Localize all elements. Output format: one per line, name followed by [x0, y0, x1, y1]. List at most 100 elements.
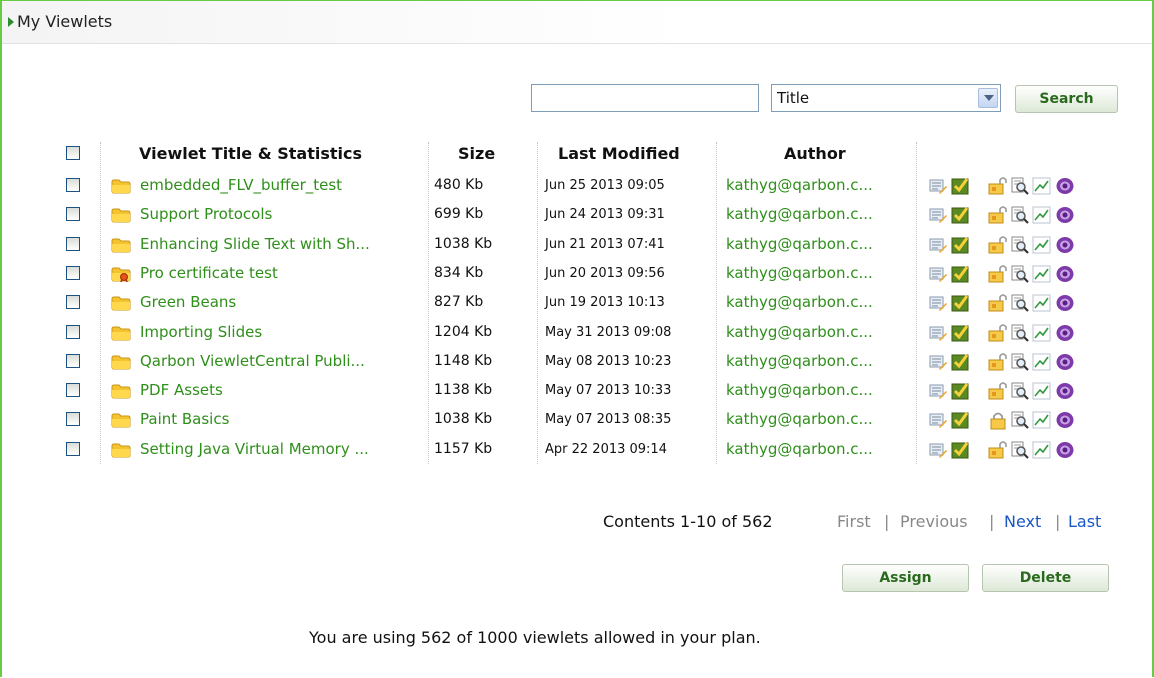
search-button[interactable]: Search	[1015, 85, 1118, 113]
approve-icon[interactable]	[950, 205, 970, 225]
player-icon[interactable]	[1055, 176, 1075, 196]
viewlet-title-link[interactable]: embedded_FLV_buffer_test	[140, 176, 342, 194]
player-icon[interactable]	[1055, 205, 1075, 225]
share-icon[interactable]	[988, 381, 1008, 401]
row-checkbox[interactable]	[66, 324, 80, 339]
share-icon[interactable]	[988, 323, 1008, 343]
player-icon[interactable]	[1055, 410, 1075, 430]
edit-icon[interactable]	[928, 440, 948, 460]
statistics-icon[interactable]	[1032, 264, 1052, 284]
row-checkbox[interactable]	[66, 412, 80, 427]
edit-icon[interactable]	[928, 410, 948, 430]
preview-icon[interactable]	[1010, 205, 1030, 225]
statistics-icon[interactable]	[1032, 323, 1052, 343]
edit-icon[interactable]	[928, 176, 948, 196]
header-last-modified[interactable]: Last Modified	[558, 144, 680, 163]
statistics-icon[interactable]	[1032, 381, 1052, 401]
player-icon[interactable]	[1055, 264, 1075, 284]
viewlet-title-link[interactable]: Qarbon ViewletCentral Publi...	[140, 352, 365, 370]
statistics-icon[interactable]	[1032, 352, 1052, 372]
header-size[interactable]: Size	[458, 144, 495, 163]
statistics-icon[interactable]	[1032, 176, 1052, 196]
preview-icon[interactable]	[1010, 176, 1030, 196]
row-checkbox[interactable]	[66, 383, 80, 398]
preview-icon[interactable]	[1010, 352, 1030, 372]
pager-next[interactable]: Next	[1004, 512, 1041, 531]
viewlet-title-link[interactable]: PDF Assets	[140, 381, 223, 399]
select-all-checkbox[interactable]	[66, 146, 80, 160]
share-icon[interactable]	[988, 352, 1008, 372]
statistics-icon[interactable]	[1032, 410, 1052, 430]
statistics-icon[interactable]	[1032, 293, 1052, 313]
player-icon[interactable]	[1055, 352, 1075, 372]
statistics-icon[interactable]	[1032, 440, 1052, 460]
viewlet-author-link[interactable]: kathyg@qarbon.c...	[726, 176, 873, 194]
pager-last[interactable]: Last	[1068, 512, 1101, 531]
approve-icon[interactable]	[950, 352, 970, 372]
viewlet-title-link[interactable]: Enhancing Slide Text with Sh...	[140, 235, 370, 253]
viewlet-author-link[interactable]: kathyg@qarbon.c...	[726, 381, 873, 399]
approve-icon[interactable]	[950, 323, 970, 343]
preview-icon[interactable]	[1010, 381, 1030, 401]
preview-icon[interactable]	[1010, 410, 1030, 430]
edit-icon[interactable]	[928, 235, 948, 255]
statistics-icon[interactable]	[1032, 235, 1052, 255]
delete-button[interactable]: Delete	[982, 564, 1109, 592]
viewlet-title-link[interactable]: Pro certificate test	[140, 264, 278, 282]
search-input[interactable]	[531, 84, 759, 112]
row-checkbox[interactable]	[66, 236, 80, 251]
approve-icon[interactable]	[950, 235, 970, 255]
viewlet-title-link[interactable]: Importing Slides	[140, 323, 262, 341]
row-checkbox[interactable]	[66, 441, 80, 456]
approve-icon[interactable]	[950, 293, 970, 313]
share-icon[interactable]	[988, 176, 1008, 196]
share-icon[interactable]	[988, 440, 1008, 460]
share-icon[interactable]	[988, 264, 1008, 284]
player-icon[interactable]	[1055, 293, 1075, 313]
preview-icon[interactable]	[1010, 293, 1030, 313]
expand-arrow-icon[interactable]	[8, 17, 14, 27]
viewlet-title-link[interactable]: Green Beans	[140, 293, 236, 311]
locked-icon[interactable]	[988, 410, 1008, 430]
preview-icon[interactable]	[1010, 440, 1030, 460]
approve-icon[interactable]	[950, 381, 970, 401]
approve-icon[interactable]	[950, 410, 970, 430]
viewlet-author-link[interactable]: kathyg@qarbon.c...	[726, 410, 873, 428]
player-icon[interactable]	[1055, 323, 1075, 343]
edit-icon[interactable]	[928, 264, 948, 284]
row-checkbox[interactable]	[66, 265, 80, 280]
viewlet-author-link[interactable]: kathyg@qarbon.c...	[726, 205, 873, 223]
edit-icon[interactable]	[928, 381, 948, 401]
row-checkbox[interactable]	[66, 207, 80, 222]
viewlet-author-link[interactable]: kathyg@qarbon.c...	[726, 293, 873, 311]
row-checkbox[interactable]	[66, 295, 80, 310]
viewlet-title-link[interactable]: Paint Basics	[140, 410, 229, 428]
viewlet-title-link[interactable]: Setting Java Virtual Memory ...	[140, 440, 369, 458]
approve-icon[interactable]	[950, 440, 970, 460]
share-icon[interactable]	[988, 235, 1008, 255]
edit-icon[interactable]	[928, 323, 948, 343]
player-icon[interactable]	[1055, 381, 1075, 401]
row-checkbox[interactable]	[66, 178, 80, 192]
header-author[interactable]: Author	[784, 144, 846, 163]
viewlet-author-link[interactable]: kathyg@qarbon.c...	[726, 440, 873, 458]
header-title[interactable]: Viewlet Title & Statistics	[139, 144, 362, 163]
viewlet-author-link[interactable]: kathyg@qarbon.c...	[726, 352, 873, 370]
viewlet-author-link[interactable]: kathyg@qarbon.c...	[726, 264, 873, 282]
player-icon[interactable]	[1055, 235, 1075, 255]
dropdown-arrow-button[interactable]	[978, 88, 998, 108]
edit-icon[interactable]	[928, 352, 948, 372]
approve-icon[interactable]	[950, 264, 970, 284]
viewlet-author-link[interactable]: kathyg@qarbon.c...	[726, 235, 873, 253]
approve-icon[interactable]	[950, 176, 970, 196]
edit-icon[interactable]	[928, 205, 948, 225]
search-field-select[interactable]: Title	[771, 84, 1001, 112]
viewlet-title-link[interactable]: Support Protocols	[140, 205, 272, 223]
viewlet-author-link[interactable]: kathyg@qarbon.c...	[726, 323, 873, 341]
edit-icon[interactable]	[928, 293, 948, 313]
share-icon[interactable]	[988, 205, 1008, 225]
statistics-icon[interactable]	[1032, 205, 1052, 225]
preview-icon[interactable]	[1010, 264, 1030, 284]
player-icon[interactable]	[1055, 440, 1075, 460]
preview-icon[interactable]	[1010, 235, 1030, 255]
